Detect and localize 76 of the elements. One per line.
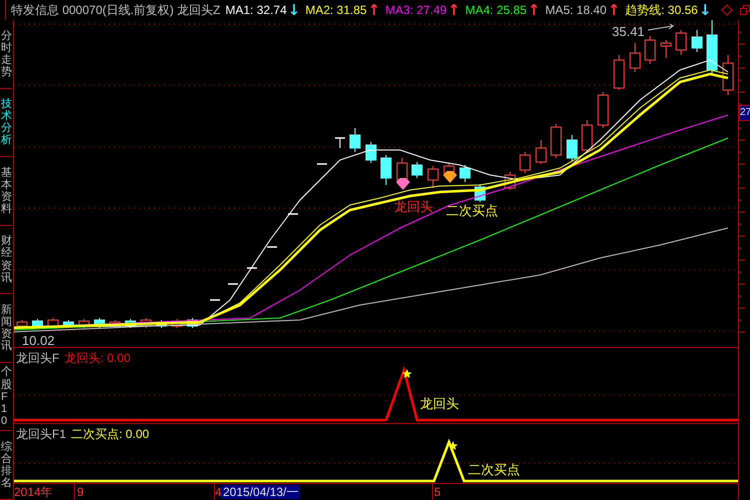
date-label: 5 — [434, 485, 441, 499]
high-price-arrow — [648, 24, 674, 30]
candlestick — [676, 30, 686, 56]
candlestick — [644, 36, 656, 64]
candlestick — [582, 120, 592, 152]
high-price-label: 35.41 — [612, 24, 645, 39]
candlestick — [335, 137, 345, 148]
trend-arrow: ↓ — [288, 1, 300, 19]
indicator-name: 龙回头F1 — [16, 426, 66, 443]
side-tab[interactable]: 财经资讯 — [0, 226, 12, 294]
side-tab[interactable]: 技术分析 — [0, 88, 12, 158]
low-price-label: 10.02 — [22, 333, 55, 347]
candlestick — [598, 92, 608, 128]
indicator-reading: MA2: 31.85 — [305, 3, 367, 17]
indicator-reading: MA5: 18.40 — [545, 3, 607, 17]
candlestick — [48, 318, 58, 328]
candlestick — [520, 152, 530, 174]
star-icon — [402, 369, 412, 378]
candlestick — [267, 246, 277, 248]
candlestick — [550, 124, 562, 158]
candlestick — [317, 163, 327, 165]
diamond-icon[interactable] — [721, 4, 734, 16]
trend-arrow: ↑ — [608, 1, 620, 19]
candlestick — [614, 54, 624, 90]
date-label: 9 — [77, 485, 84, 499]
candlestick — [228, 283, 238, 285]
signal-label: 龙回头 — [394, 199, 433, 214]
signal-label: 二次买点 — [468, 462, 520, 477]
signal-label: 二次买点 — [446, 203, 498, 218]
indicator-name: 龙回头F — [16, 350, 60, 367]
candlestick — [32, 318, 43, 328]
candlestick — [566, 134, 578, 162]
candlestick — [288, 213, 298, 215]
candlestick — [247, 267, 257, 269]
trend-arrow: ↑ — [528, 1, 540, 19]
date-label[interactable]: 2015/04/13/一 — [221, 485, 300, 499]
candlestick — [125, 318, 136, 328]
date-label: 4 — [215, 485, 222, 499]
indicator-reading: 趋势线: 30.56 — [625, 2, 698, 18]
candlestick — [140, 318, 152, 328]
indicator-reading: MA4: 25.85 — [465, 3, 527, 17]
indicator-reading: 二次买点: 0.00 — [71, 426, 150, 443]
candlestick — [692, 30, 702, 52]
indicator-reading: MA1: 32.74 — [225, 3, 287, 17]
candlestick — [460, 164, 470, 182]
star-icon — [448, 441, 458, 450]
candlestick — [706, 20, 718, 76]
date-label: 2014年 — [14, 485, 53, 499]
window-restore-icon[interactable] — [739, 4, 750, 16]
candlestick — [380, 154, 392, 186]
trend-arrow: ↓ — [698, 1, 712, 19]
trend-arrow: ↑ — [448, 1, 460, 19]
candlestick — [630, 42, 640, 72]
signal-label: 龙回头 — [420, 396, 459, 411]
candlestick — [536, 140, 546, 164]
candlestick — [412, 162, 422, 178]
side-tab[interactable]: 基本资料 — [0, 157, 12, 226]
candlestick — [210, 299, 220, 301]
side-tab[interactable]: 分时走势 — [0, 20, 12, 89]
side-tab[interactable]: 新闻资讯 — [0, 294, 12, 363]
gem-icon — [396, 178, 410, 190]
candlestick — [428, 166, 438, 188]
indicator-reading: MA3: 27.49 — [385, 3, 447, 17]
candlestick — [78, 318, 90, 328]
candlestick — [350, 128, 360, 152]
chart-title: 特发信息 000070(日线.前复权) 龙回头Z — [11, 2, 220, 18]
side-tab[interactable]: 个股F10 — [0, 362, 12, 432]
trend-arrow: ↑ — [368, 1, 380, 19]
candlestick — [94, 318, 105, 328]
gem-icon — [443, 171, 457, 183]
candlestick — [660, 40, 672, 58]
side-tab[interactable]: 综合排名 — [0, 431, 12, 500]
candlestick — [16, 320, 28, 328]
indicator-reading: 龙回头: 0.00 — [64, 350, 130, 367]
candlestick — [722, 54, 734, 96]
candlestick — [366, 142, 376, 164]
